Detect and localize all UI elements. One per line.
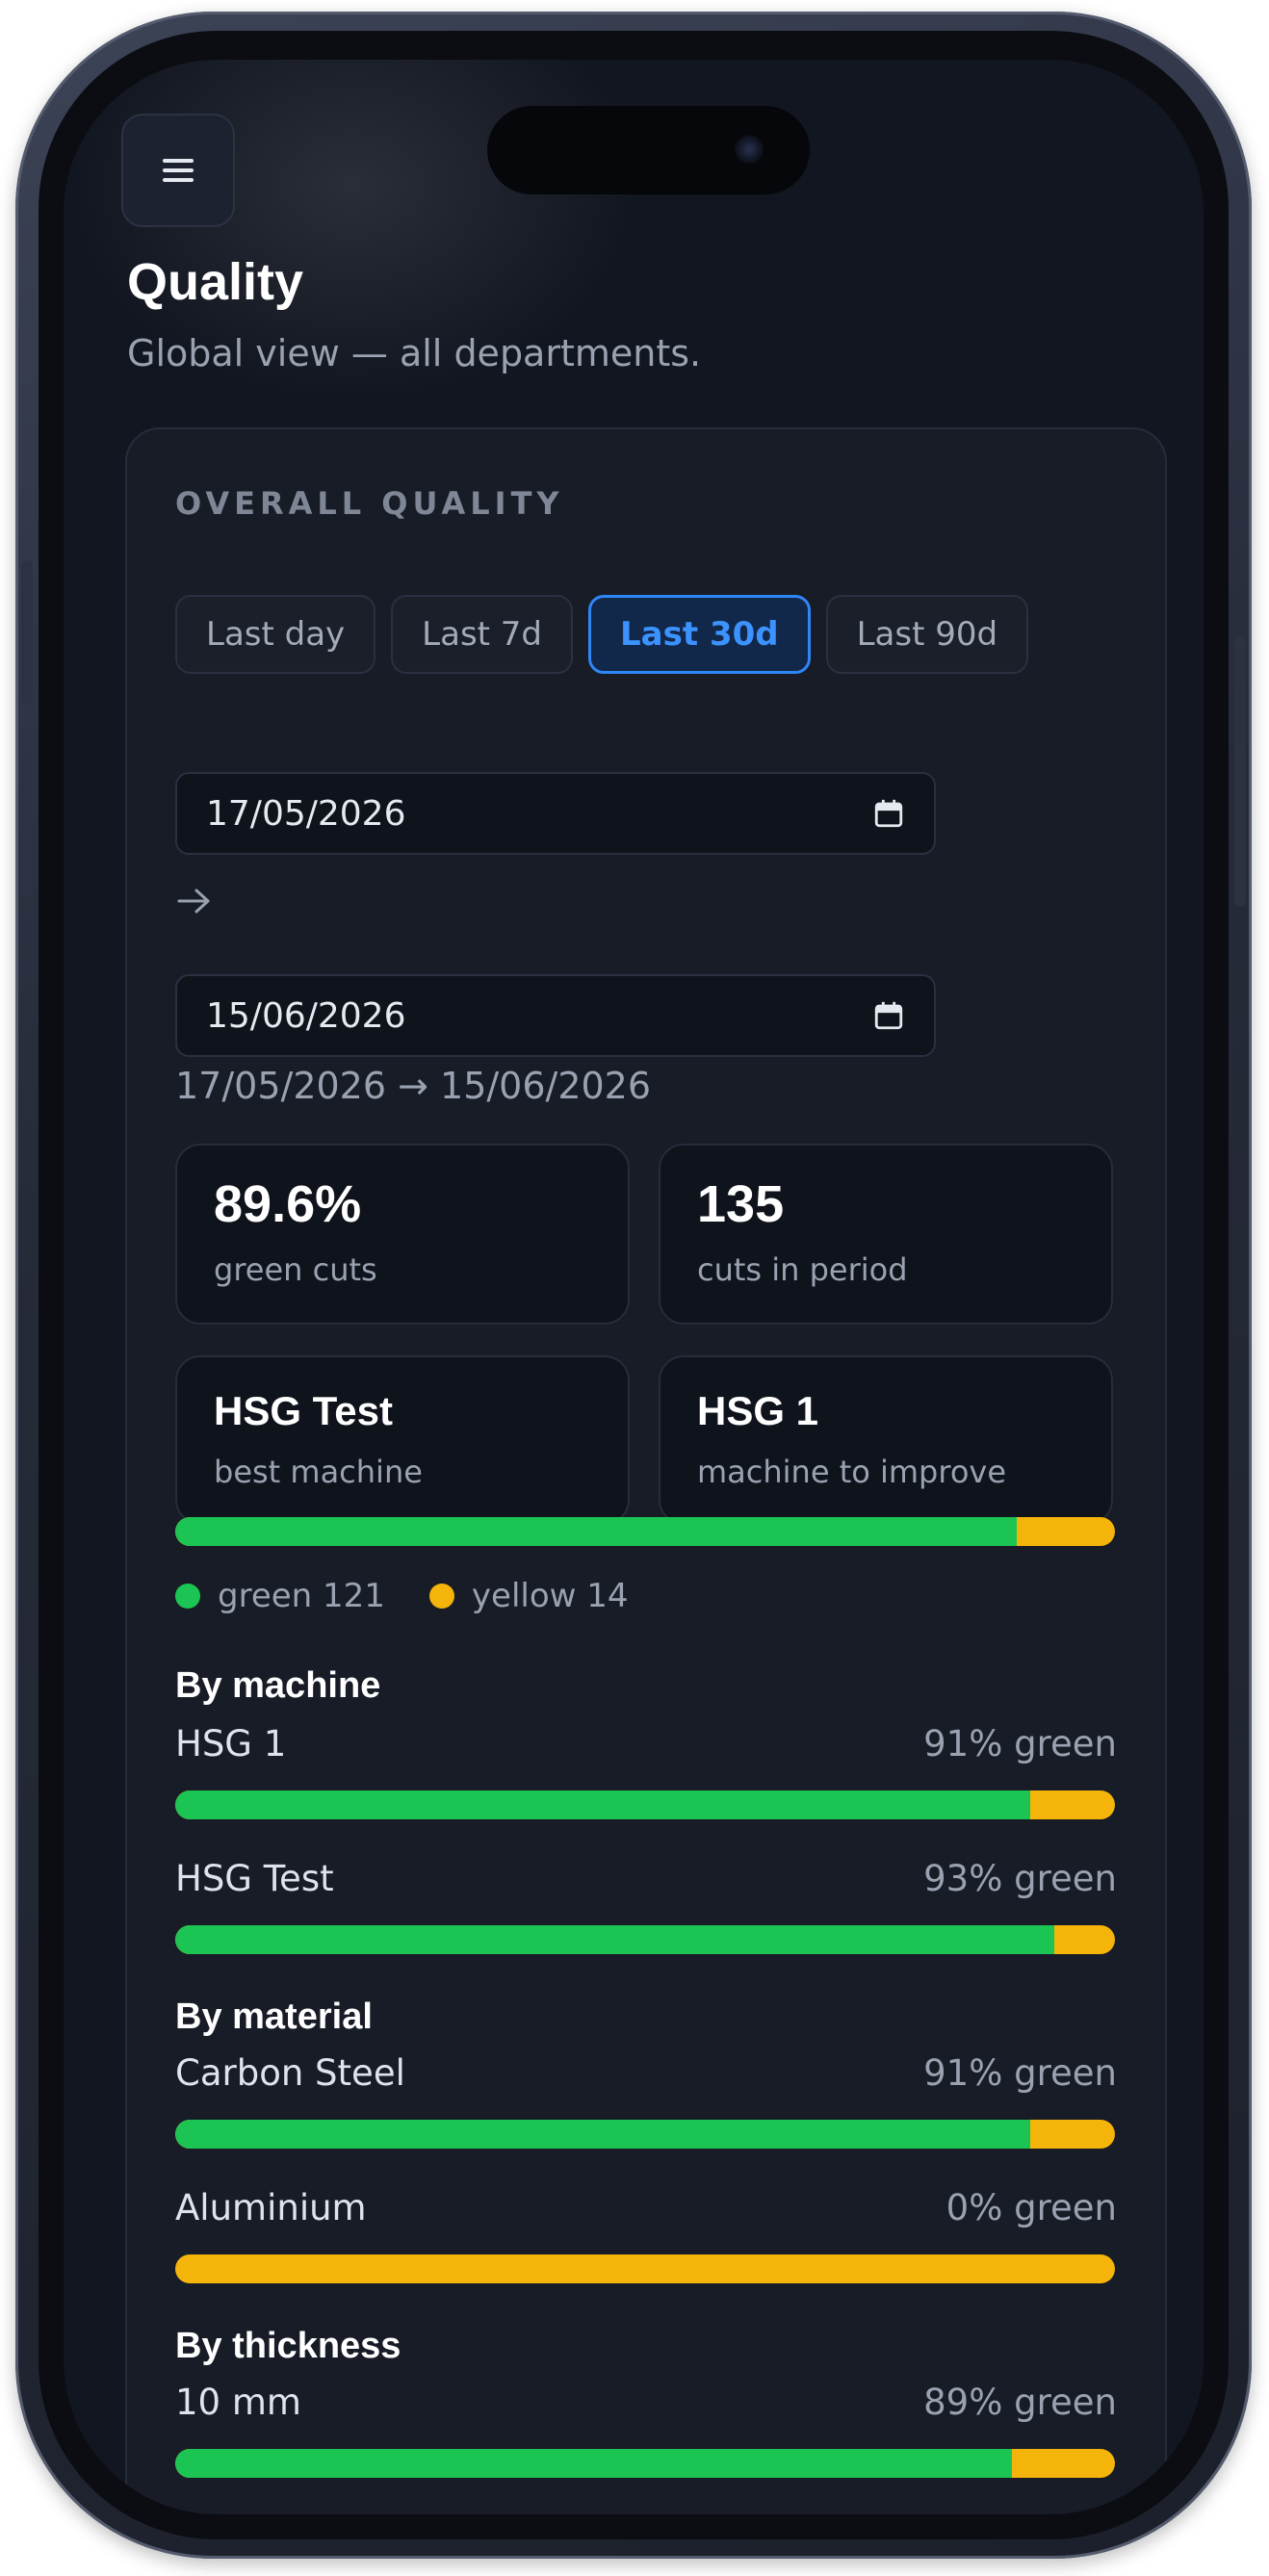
row-quality-bar	[175, 1790, 1115, 1819]
stat-label: cuts in period	[697, 1251, 908, 1288]
yellow-dot-icon	[428, 1584, 454, 1609]
dynamic-island	[487, 106, 810, 194]
stat-value: 89.6%	[214, 1175, 362, 1233]
period-chip-last-90d[interactable]: Last 90d	[825, 595, 1029, 674]
row-quality-bar	[175, 1925, 1115, 1954]
screen: Quality Global view — all departments. O…	[64, 60, 1204, 2514]
stat-machine-to-improve: HSG 1 machine to improve	[659, 1355, 1113, 1525]
overall-quality-bar	[175, 1517, 1115, 1546]
row-quality-bar	[175, 2449, 1115, 2478]
row-percent: 91% green	[923, 2052, 1117, 2094]
period-chip-last-day[interactable]: Last day	[175, 595, 376, 674]
row-percent: 89% green	[923, 2382, 1117, 2423]
row-percent: 91% green	[923, 1723, 1117, 1765]
date-to-input[interactable]: 15/06/2026	[175, 974, 936, 1057]
row-quality-bar	[175, 2254, 1115, 2283]
section-title-by-material: By material	[175, 1996, 373, 2037]
stat-best-machine: HSG Test best machine	[175, 1355, 630, 1525]
stat-value: HSG 1	[697, 1388, 819, 1433]
stat-cuts-in-period: 135 cuts in period	[659, 1144, 1113, 1325]
row-label: Aluminium	[175, 2187, 367, 2228]
stat-value: 135	[697, 1175, 785, 1233]
phone-frame: Quality Global view — all departments. O…	[15, 12, 1252, 2559]
hamburger-menu-icon	[163, 159, 194, 182]
power-button	[1234, 637, 1246, 907]
stat-value: HSG Test	[214, 1388, 393, 1433]
legend-green: green 121	[218, 1577, 385, 1615]
calendar-icon[interactable]	[872, 999, 905, 1032]
stat-label: best machine	[214, 1454, 423, 1490]
date-from-value: 17/05/2026	[206, 793, 406, 834]
row-percent: 93% green	[923, 1858, 1117, 1899]
date-from-input[interactable]: 17/05/2026	[175, 772, 936, 855]
date-to-value: 15/06/2026	[206, 995, 406, 1036]
period-chip-last-7d[interactable]: Last 7d	[391, 595, 574, 674]
row-label: 10 mm	[175, 2382, 301, 2423]
bar-green-fill	[175, 2120, 1031, 2149]
row-label: Carbon Steel	[175, 2052, 405, 2094]
card-heading: OVERALL QUALITY	[175, 485, 564, 522]
calendar-icon[interactable]	[872, 797, 905, 830]
volume-up-button	[21, 560, 33, 705]
row-percent: 0% green	[945, 2187, 1117, 2228]
period-chip-last-30d[interactable]: Last 30d	[588, 595, 811, 674]
stat-label: green cuts	[214, 1251, 377, 1288]
row-label: HSG 1	[175, 1723, 287, 1765]
row-quality-bar	[175, 2120, 1115, 2149]
bar-green-fill	[175, 2449, 1012, 2478]
menu-button[interactable]	[121, 114, 235, 227]
stat-green-cuts: 89.6% green cuts	[175, 1144, 630, 1325]
volume-down-button	[21, 753, 33, 897]
camera-icon	[735, 135, 764, 164]
green-dot-icon	[175, 1584, 200, 1609]
bar-green-fill	[175, 1925, 1054, 1954]
date-range-summary: 17/05/2026 → 15/06/2026	[175, 1065, 652, 1107]
bar-green-fill	[175, 1790, 1031, 1819]
legend: green 121 yellow 14	[175, 1577, 629, 1615]
period-selector: Last day Last 7d Last 30d Last 90d	[175, 595, 1029, 674]
section-title-by-machine: By machine	[175, 1665, 381, 1706]
page-title: Quality	[127, 253, 304, 311]
bar-green-fill	[175, 1517, 1018, 1546]
legend-yellow: yellow 14	[471, 1577, 629, 1615]
row-label: HSG Test	[175, 1858, 334, 1899]
section-title-by-thickness: By thickness	[175, 2326, 401, 2366]
stat-label: machine to improve	[697, 1454, 1007, 1490]
page-subtitle: Global view — all departments.	[127, 332, 702, 374]
overall-quality-card: OVERALL QUALITY Last day Last 7d Last 30…	[125, 427, 1167, 2514]
arrow-right-icon	[177, 889, 210, 914]
